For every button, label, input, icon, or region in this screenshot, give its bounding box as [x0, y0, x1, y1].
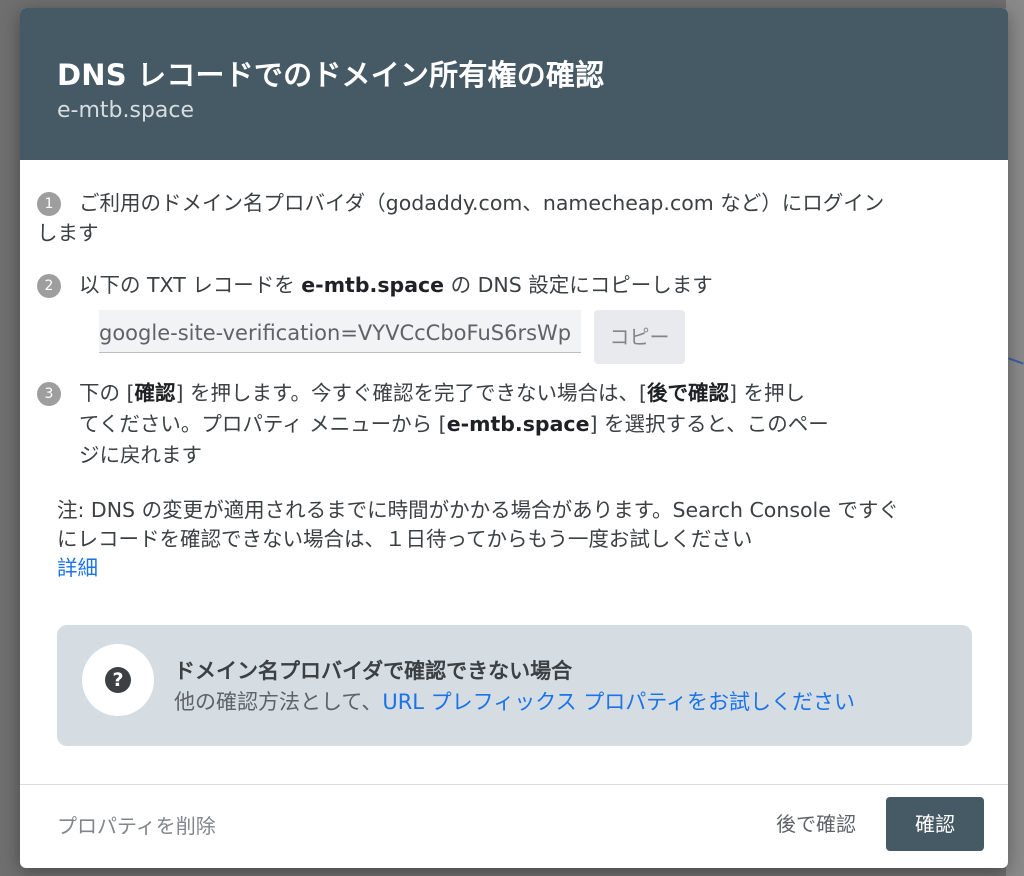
details-link[interactable]: 詳細: [57, 554, 987, 583]
provider-help-box: ? ドメイン名プロバイダで確認できない場合 他の確認方法として、URL プレフィ…: [57, 625, 972, 746]
step-1-text-cont: します: [37, 221, 99, 245]
step-2-pre: 以下の TXT レコードを: [79, 273, 302, 297]
step-2-text: 以下の TXT レコードを e-mtb.space の DNS 設定にコピーしま…: [79, 270, 713, 300]
step-3-l1-mid: ] を押します。今すぐ確認を完了できない場合は、[: [175, 381, 647, 405]
step-3-line-1: 下の [確認] を押します。今すぐ確認を完了できない場合は、[後で確認] を押し: [79, 378, 805, 408]
dialog-header: DNS レコードでのドメイン所有権の確認 e-mtb.space: [20, 8, 1008, 160]
step-3-l2-domain: e-mtb.space: [446, 412, 590, 436]
step-3-l1-later: 後で確認: [646, 381, 729, 405]
note-line-1: 注: DNS の変更が適用されるまでに時間がかかる場合があります。Search …: [57, 498, 899, 522]
step-2-domain: e-mtb.space: [301, 273, 445, 297]
question-icon: ?: [105, 667, 131, 693]
help-title: ドメイン名プロバイダで確認できない場合: [174, 659, 573, 683]
copy-button[interactable]: コピー: [594, 310, 685, 364]
step-3-l1-post: ] を押し: [728, 381, 805, 405]
step-2-number: 2: [37, 274, 61, 298]
help-text: 他の確認方法として、URL プレフィックス プロパティをお試しください: [174, 686, 855, 716]
dns-note: 注: DNS の変更が適用されるまでに時間がかかる場合があります。Search …: [57, 496, 987, 583]
step-3-l1-confirm: 確認: [134, 381, 176, 405]
step-3-l2-pre: てください。プロパティ メニューから [: [79, 412, 447, 436]
txt-record-field[interactable]: google-site-verification=VYVCcCboFuS6rsW…: [99, 310, 581, 353]
note-line-2: にレコードを確認できない場合は、１日待ってからもう一度お試しください: [57, 527, 753, 551]
step-1-text: ご利用のドメイン名プロバイダ（godaddy.com、namecheap.com…: [79, 191, 885, 215]
step-3-line-3: ジに戻れます: [79, 443, 202, 467]
help-icon-circle: ?: [82, 644, 154, 716]
dialog-domain: e-mtb.space: [57, 98, 195, 123]
footer-divider: [20, 784, 1008, 785]
dialog-title: DNS レコードでのドメイン所有権の確認: [57, 58, 605, 92]
step-3-l1-pre: 下の [: [79, 381, 135, 405]
verify-button[interactable]: 確認: [886, 797, 984, 851]
step-3: 3 下の [確認] を押します。今すぐ確認を完了できない場合は、[後で確認] を…: [37, 378, 957, 470]
background-right-edge: [1006, 0, 1024, 876]
url-prefix-link[interactable]: URL プレフィックス プロパティをお試しください: [382, 690, 855, 714]
help-text-pre: 他の確認方法として、: [174, 690, 383, 714]
verify-later-button[interactable]: 後で確認: [762, 800, 870, 848]
step-2: 2 以下の TXT レコードを e-mtb.space の DNS 設定にコピー…: [37, 270, 957, 300]
step-3-number: 3: [37, 382, 61, 406]
step-1-number: 1: [37, 192, 61, 216]
step-3-line-2: てください。プロパティ メニューから [e-mtb.space] を選択すると、…: [79, 409, 829, 439]
step-3-l2-post: ] を選択すると、このペー: [589, 412, 829, 436]
step-1: 1 ご利用のドメイン名プロバイダ（godaddy.com、namecheap.c…: [37, 188, 957, 250]
delete-property-button[interactable]: プロパティを削除: [57, 810, 216, 839]
step-2-post: の DNS 設定にコピーします: [444, 273, 713, 297]
